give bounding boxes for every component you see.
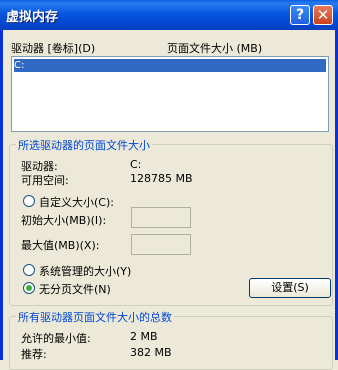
system-managed-radio[interactable] <box>23 264 35 276</box>
system-managed-label[interactable]: 系统管理的大小(Y) <box>39 263 131 279</box>
title-bar[interactable]: 虚拟内存 ? ✕ <box>0 0 338 30</box>
no-paging-file-label[interactable]: 无分页文件(N) <box>39 281 111 297</box>
totals-group-title: 所有驱动器页面文件大小的总数 <box>16 309 174 325</box>
min-allowed-label: 允许的最小值: <box>21 332 91 345</box>
max-size-label: 最大值(MB)(X): <box>21 239 100 252</box>
recommended-value: 382 MB <box>130 346 172 359</box>
virtual-memory-dialog: 虚拟内存 ? ✕ 驱动器 [卷标](D) 页面文件大小 (MB) C: 所选驱动… <box>0 0 338 370</box>
close-button[interactable]: ✕ <box>313 5 333 25</box>
set-button[interactable]: 设置(S) <box>249 278 331 298</box>
max-size-input[interactable] <box>131 234 191 255</box>
drive-list[interactable]: C: <box>11 56 329 132</box>
custom-size-radio[interactable] <box>23 195 35 207</box>
free-space-value: 128785 MB <box>130 172 193 185</box>
window-title: 虚拟内存 <box>6 10 59 25</box>
drive-list-item-label: C: <box>14 60 25 71</box>
drive-list-item[interactable]: C: <box>14 59 326 72</box>
selected-drive-group-title: 所选驱动器的页面文件大小 <box>16 137 152 153</box>
free-space-label: 可用空间: <box>21 174 69 187</box>
drive-column-header: 驱动器 [卷标](D) <box>11 42 96 55</box>
drive-value: C: <box>130 158 142 171</box>
min-allowed-value: 2 MB <box>130 330 158 343</box>
initial-size-input[interactable] <box>131 207 191 228</box>
initial-size-label: 初始大小(MB)(I): <box>21 214 107 227</box>
no-paging-file-radio[interactable] <box>23 282 35 294</box>
custom-size-label[interactable]: 自定义大小(C): <box>39 194 114 210</box>
paging-size-column-header: 页面文件大小 (MB) <box>167 42 263 55</box>
help-button[interactable]: ? <box>290 5 310 25</box>
